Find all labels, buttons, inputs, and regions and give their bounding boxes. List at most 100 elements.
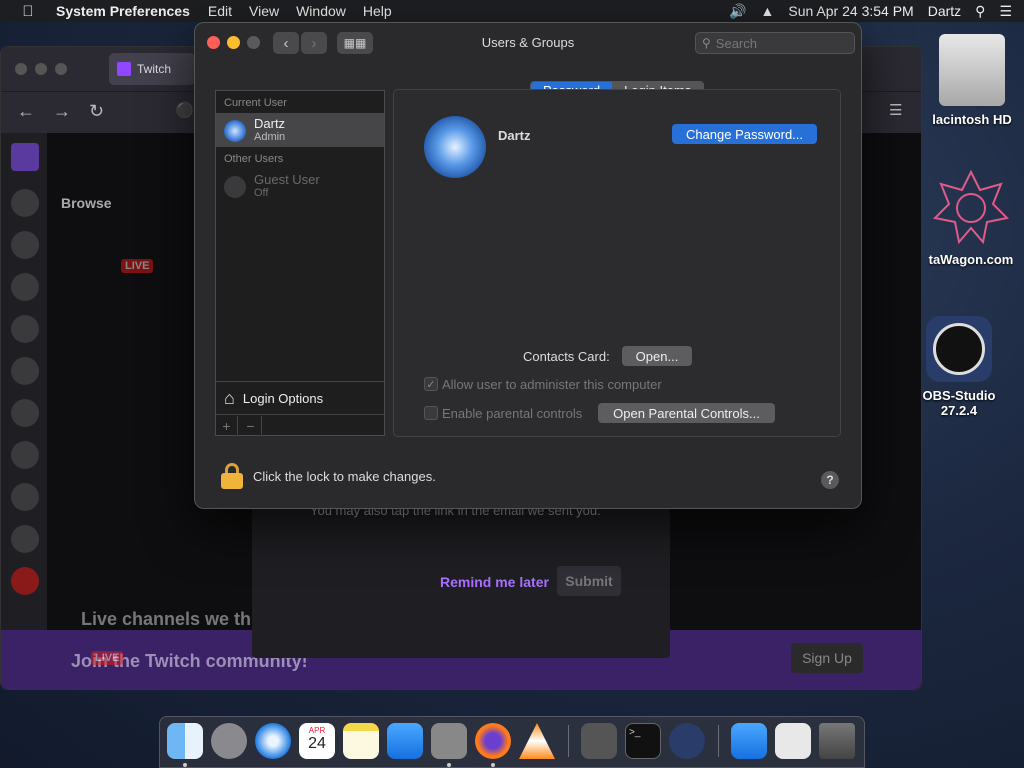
calendar-month: APR [308,726,326,735]
user-row-dartz[interactable]: Dartz Admin [216,113,384,147]
sidebar-avatar[interactable] [11,525,39,553]
menu-edit[interactable]: Edit [208,3,232,19]
menubar-user[interactable]: Dartz [928,3,961,19]
shield-icon[interactable]: ⚫ [175,101,194,119]
firefox-icon[interactable] [475,723,511,759]
app-store-folder-icon[interactable] [731,723,767,759]
sidebar-avatar[interactable] [11,231,39,259]
desktop-label: lacintosh HD [932,112,1012,127]
snowflake-avatar-icon [224,120,246,142]
browser-zoom-light[interactable] [55,63,67,75]
clock[interactable]: Sun Apr 24 3:54 PM [788,3,913,19]
trash-icon[interactable] [819,723,855,759]
lock-row: Click the lock to make changes. [221,463,436,489]
desktop-label: taWagon.com [928,252,1014,267]
sidebar-avatar[interactable] [11,189,39,217]
menu-bar:  System Preferences Edit View Window He… [0,0,1024,22]
hard-drive-icon [939,34,1005,106]
calendar-day: 24 [308,735,326,752]
system-preferences-icon[interactable] [431,723,467,759]
change-password-button[interactable]: Change Password... [672,124,817,144]
calendar-icon[interactable]: APR 24 [299,723,335,759]
parental-controls-checkbox[interactable] [424,406,438,420]
forward-icon[interactable]: → [53,101,71,122]
search-input[interactable] [715,35,836,51]
sidebar-avatar[interactable] [11,483,39,511]
launchpad-icon[interactable] [211,723,247,759]
desktop-icon-datawagon[interactable]: taWagon.com [918,169,1024,267]
sidebar-avatar[interactable] [11,315,39,343]
spotlight-icon[interactable]: ⚲ [975,3,985,20]
notes-icon[interactable] [343,723,379,759]
browser-close-light[interactable] [15,63,27,75]
open-contacts-button[interactable]: Open... [622,346,692,366]
volume-icon[interactable]: 🔊 [729,3,746,20]
add-user-button[interactable]: + [216,416,238,436]
back-icon[interactable]: ← [17,101,35,122]
finder-icon[interactable] [167,723,203,759]
menu-window[interactable]: Window [296,3,346,19]
safari-icon[interactable] [255,723,291,759]
sidebar-avatar[interactable] [11,399,39,427]
window-titlebar: ‹ › ▦▦ Users & Groups ⚲ [195,23,861,63]
guest-avatar-icon [224,176,246,198]
browser-tab[interactable]: Twitch [109,53,195,85]
twitch-logo-icon[interactable] [11,143,39,171]
apple-menu-icon[interactable]:  [0,3,56,20]
user-row-guest[interactable]: Guest User Off [216,169,384,203]
login-options-item[interactable]: ⌂ Login Options [216,381,384,415]
twitch-modal: You may also tap the link in the email w… [252,490,670,658]
dock: APR 24 >_ [159,716,865,768]
help-button[interactable]: ? [821,471,839,489]
airplay-icon[interactable]: ▲ [761,3,775,19]
guest-status: Off [254,187,269,199]
twitch-browse[interactable]: Browse [61,195,112,211]
screenshot-icon[interactable] [581,723,617,759]
other-users-header: Other Users [224,153,284,165]
lock-icon[interactable] [221,463,243,489]
remind-later-link[interactable]: Remind me later [440,574,549,590]
hamburger-icon[interactable]: ☰ [889,101,902,119]
running-indicator [491,763,495,767]
tab-title: Twitch [137,62,172,76]
live-badge: LIVE [121,259,154,273]
dock-separator [718,725,719,757]
app-menu[interactable]: System Preferences [56,3,190,19]
browser-minimize-light[interactable] [35,63,47,75]
user-role: Admin [254,131,286,143]
contacts-card-label: Contacts Card: [523,349,610,364]
control-center-icon[interactable]: ☰ [999,3,1012,20]
terminal-icon[interactable]: >_ [625,723,661,759]
user-picture[interactable] [424,116,486,178]
desktop-icon-obs[interactable]: OBS-Studio 27.2.4 [914,316,1004,418]
desktop-icon-macintosh-hd[interactable]: lacintosh HD [920,34,1024,127]
app-store-icon[interactable] [387,723,423,759]
sidebar-avatar[interactable] [11,273,39,301]
users-groups-window: ‹ › ▦▦ Users & Groups ⚲ Current User Dar… [194,22,862,509]
open-parental-controls-button[interactable]: Open Parental Controls... [598,403,775,423]
allow-admin-checkbox[interactable]: ✓ [424,377,438,391]
twitch-sidebar [1,133,47,633]
running-indicator [183,763,187,767]
submit-button[interactable]: Submit [557,566,621,596]
vlc-icon[interactable] [519,723,555,759]
search-field[interactable]: ⚲ [695,32,855,54]
menu-help[interactable]: Help [363,3,392,19]
desktop-label: 27.2.4 [940,403,978,418]
menu-view[interactable]: View [249,3,279,19]
user-name: Dartz [254,116,286,131]
obs-dock-icon[interactable] [669,723,705,759]
sidebar-avatar[interactable] [11,441,39,469]
channels-heading: Live channels we thi [81,609,257,629]
reload-icon[interactable]: ↻ [89,101,104,122]
parental-controls-label: Enable parental controls [442,406,583,421]
sidebar-avatar[interactable] [11,567,39,595]
sidebar-avatar[interactable] [11,357,39,385]
document-icon[interactable] [775,723,811,759]
live-badge-2: LIVE [91,651,124,665]
dock-separator [568,725,569,757]
signup-button[interactable]: Sign Up [791,643,863,673]
remove-user-button[interactable]: − [240,416,262,436]
guest-name: Guest User [254,172,320,187]
current-user-header: Current User [224,97,287,109]
